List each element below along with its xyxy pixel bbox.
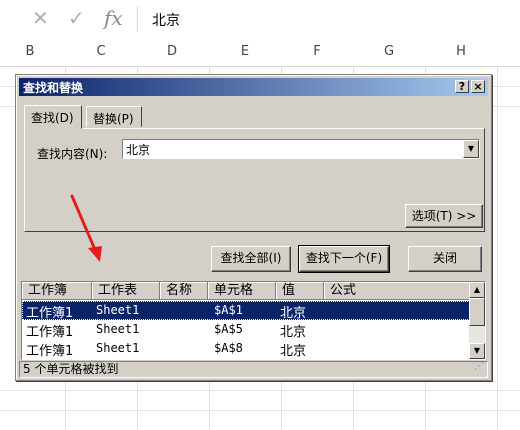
cell-sheet: Sheet1: [96, 341, 140, 355]
scroll-up-icon[interactable]: ▲: [469, 282, 485, 298]
header-formula[interactable]: 公式: [324, 282, 470, 300]
header-sheet[interactable]: 工作表: [92, 282, 160, 300]
grid-line: [0, 390, 520, 391]
close-button[interactable]: 关闭: [408, 246, 482, 272]
cell-address: $A$8: [214, 341, 243, 355]
check-icon[interactable]: ✓: [68, 7, 85, 29]
cell-sheet: Sheet1: [96, 322, 140, 336]
dialog-title: 查找和替换: [23, 81, 84, 95]
find-next-button[interactable]: 查找下一个(F): [298, 245, 390, 273]
cell-workbook: 工作簿1: [26, 306, 74, 321]
close-icon[interactable]: ✕: [32, 7, 49, 29]
chevron-down-icon[interactable]: ▼: [463, 140, 479, 158]
function-icon[interactable]: fx: [104, 7, 123, 29]
cell-sheet: Sheet1: [96, 303, 140, 317]
column-header-e[interactable]: E: [235, 44, 255, 59]
table-row[interactable]: 工作簿1 Sheet1 $A$8 北京: [22, 339, 470, 359]
column-header-c[interactable]: C: [91, 44, 111, 59]
scroll-down-icon[interactable]: ▼: [469, 343, 485, 359]
close-icon[interactable]: ×: [471, 80, 485, 93]
tab-find[interactable]: 查找(D): [24, 105, 82, 129]
cell-value: 北京: [280, 344, 307, 359]
formula-value[interactable]: 北京: [152, 10, 180, 30]
header-value[interactable]: 值: [276, 282, 324, 300]
formula-bar: ✕ ✓ fx 北京: [0, 0, 520, 39]
column-header-d[interactable]: D: [162, 44, 182, 59]
find-what-value: 北京: [126, 143, 151, 157]
find-what-input[interactable]: 北京 ▼: [122, 139, 480, 159]
column-header-row: B C D E F G H: [0, 38, 520, 67]
column-header-b[interactable]: B: [20, 44, 40, 59]
formula-separator: [137, 6, 138, 32]
column-header-g[interactable]: G: [379, 44, 399, 59]
cell-value: 北京: [280, 325, 307, 340]
cell-workbook: 工作簿1: [26, 325, 74, 340]
table-row[interactable]: 工作簿1 Sheet1 $A$5 北京: [22, 320, 470, 340]
results-header: 工作簿 工作表 名称 单元格 值 公式: [22, 282, 470, 300]
dialog-titlebar[interactable]: 查找和替换 ? ×: [19, 78, 488, 96]
status-bar: 5 个单元格被找到 ⋰: [19, 361, 488, 378]
results-list[interactable]: 工作簿 工作表 名称 单元格 值 公式 工作簿1 Sheet1 $A$1 北京 …: [21, 281, 486, 360]
find-all-button[interactable]: 查找全部(I): [211, 246, 291, 272]
table-row[interactable]: 工作簿1 Sheet1 $A$1 北京: [22, 301, 470, 321]
cell-value: 北京: [280, 306, 307, 321]
cell-address: $A$1: [214, 303, 243, 317]
resize-grip-icon[interactable]: ⋰: [474, 359, 484, 374]
scroll-thumb[interactable]: [469, 298, 485, 326]
column-header-h[interactable]: H: [451, 44, 471, 59]
find-what-label: 查找内容(N):: [37, 147, 108, 161]
tab-replace[interactable]: 替换(P): [86, 106, 142, 127]
options-button[interactable]: 选项(T) >>: [405, 204, 483, 228]
grid-line: [497, 66, 498, 430]
help-button[interactable]: ?: [455, 80, 469, 93]
status-text: 5 个单元格被找到: [23, 362, 119, 376]
results-scrollbar[interactable]: ▲ ▼: [469, 282, 485, 359]
annotation-arrow-icon: [70, 194, 102, 262]
header-workbook[interactable]: 工作簿: [22, 282, 92, 300]
header-cell[interactable]: 单元格: [208, 282, 276, 300]
cell-workbook: 工作簿1: [26, 344, 74, 359]
cell-address: $A$5: [214, 322, 243, 336]
column-header-f[interactable]: F: [307, 44, 327, 59]
grid-line: [0, 410, 520, 411]
header-name[interactable]: 名称: [160, 282, 208, 300]
